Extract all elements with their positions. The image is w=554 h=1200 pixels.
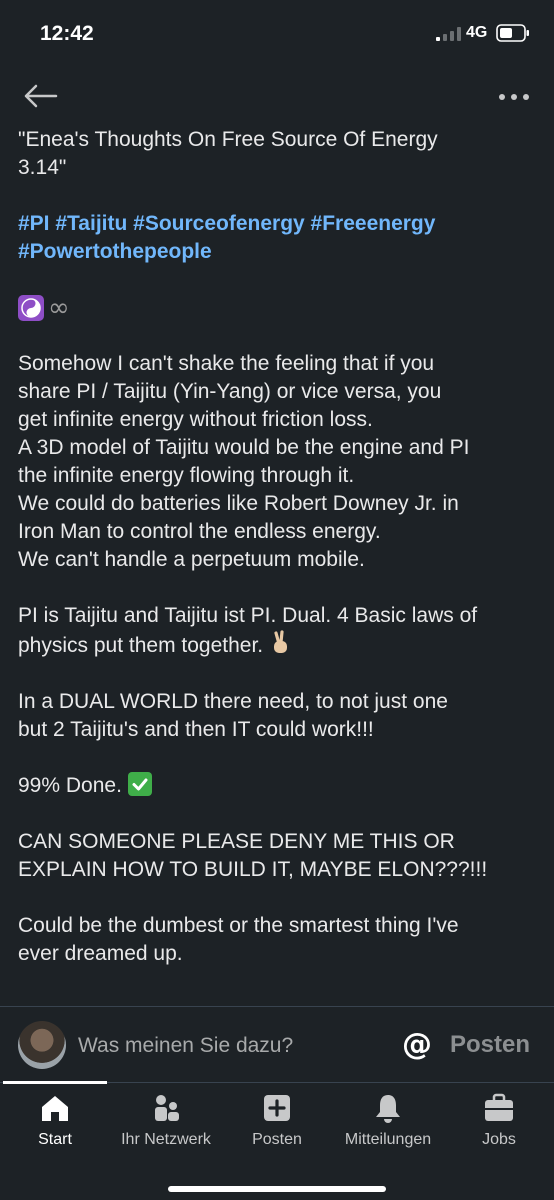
more-options-button[interactable]: [494, 82, 534, 112]
more-horizontal-icon: [499, 94, 529, 100]
nav-item-notifications[interactable]: Mitteilungen: [333, 1091, 443, 1155]
active-tab-indicator: [3, 1081, 107, 1084]
bell-icon: [376, 1095, 400, 1123]
nav-item-jobs[interactable]: Jobs: [444, 1091, 554, 1155]
emoji-row: ∞: [18, 294, 536, 322]
signal-icon: [436, 27, 461, 41]
home-indicator: [168, 1186, 386, 1192]
network-label: 4G: [466, 24, 488, 41]
paragraph-3: In a DUAL WORLD there need, to not just …: [18, 690, 448, 741]
status-time: 12:42: [40, 22, 94, 45]
check-mark-icon: [127, 772, 152, 796]
battery-icon: [496, 24, 529, 42]
mention-button[interactable]: @: [402, 1027, 432, 1062]
nav-label: Ihr Netzwerk: [121, 1131, 211, 1148]
briefcase-icon: [485, 1093, 513, 1121]
nav-label: Jobs: [482, 1131, 516, 1148]
victory-hand-icon: [273, 630, 287, 653]
nav-label: Posten: [252, 1131, 302, 1148]
nav-label: Mitteilungen: [344, 1131, 432, 1148]
status-bar: 12:42 4G: [0, 0, 554, 68]
back-button[interactable]: [20, 78, 60, 114]
yin-yang-icon: [18, 295, 44, 321]
paragraph-6: Could be the dumbest or the smartest thi…: [18, 914, 459, 965]
nav-item-post[interactable]: Posten: [222, 1091, 332, 1155]
hashtags: #PI #Taijitu #Sourceofenergy #Freeenergy…: [18, 210, 536, 266]
network-icon: [155, 1095, 179, 1121]
paragraph-1: Somehow I can't shake the feeling that i…: [18, 352, 470, 571]
paragraph-2: PI is Taijitu and Taijitu ist PI. Dual. …: [18, 604, 478, 657]
avatar[interactable]: [18, 1021, 66, 1069]
arrow-left-icon: [24, 84, 58, 108]
paragraph-5: CAN SOMEONE PLEASE DENY ME THIS OR EXPLA…: [18, 830, 488, 881]
nav-item-network[interactable]: Ihr Netzwerk: [111, 1091, 221, 1155]
post-title: "Enea's Thoughts On Free Source Of Energ…: [18, 128, 438, 179]
paragraph-4: 99% Done.: [18, 772, 536, 800]
nav-item-start[interactable]: Start: [0, 1091, 110, 1155]
hashtag-link[interactable]: #PI #Taijitu #Sourceofenergy #Freeenergy: [18, 212, 435, 235]
hashtag-link[interactable]: #Powertothepeople: [18, 240, 212, 263]
infinity-icon: ∞: [48, 293, 70, 323]
post-comment-button[interactable]: Posten: [450, 1031, 530, 1059]
home-icon: [42, 1096, 68, 1121]
post-content: "Enea's Thoughts On Free Source Of Energ…: [0, 126, 554, 1006]
comment-bar: @ Posten: [0, 1006, 554, 1082]
top-nav-bar: [0, 68, 554, 126]
nav-label: Start: [38, 1131, 72, 1148]
add-post-icon: [264, 1095, 290, 1121]
comment-input[interactable]: [78, 1029, 378, 1063]
bottom-nav: Start Ihr Netzwerk Posten Mitteilungen J…: [0, 1081, 554, 1200]
